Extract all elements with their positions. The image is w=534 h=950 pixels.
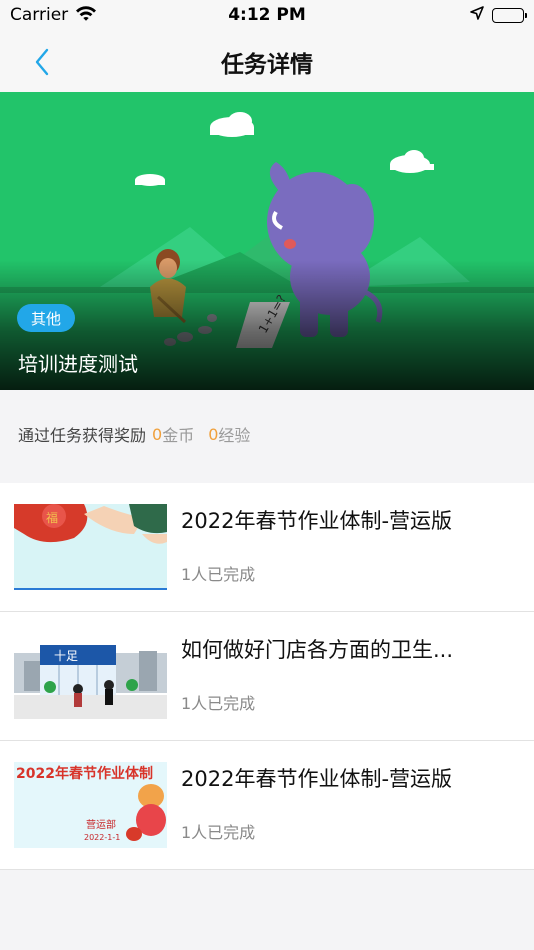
category-badge: 其他 bbox=[17, 304, 76, 332]
reward-info: 通过任务获得奖励 0 金币 0 经验 bbox=[0, 412, 534, 456]
task-completed-count: 1人已完成 bbox=[181, 823, 256, 842]
status-left: Carrier bbox=[10, 5, 97, 26]
svg-text:福: 福 bbox=[46, 510, 58, 525]
thumb-store-sign: 十足 bbox=[54, 649, 78, 663]
task-item[interactable]: 十足 如何做好门店各方面的卫生... 1人已完成 bbox=[0, 612, 534, 741]
task-thumbnail: 福 bbox=[14, 504, 167, 590]
task-item[interactable]: 2022年春节作业体制 营运部 2022-1-1 2022年春节作业体制-营运版… bbox=[0, 741, 534, 870]
coins-value: 0 bbox=[152, 424, 163, 444]
task-list: 福 2022年春节作业体制-营运版 1人已完成 十足 如何做好门店各方面的卫生.… bbox=[0, 483, 534, 870]
thumb-date: 2022-1-1 bbox=[84, 833, 120, 842]
task-title: 2022年春节作业体制-营运版 bbox=[181, 767, 453, 791]
location-arrow-icon bbox=[470, 5, 484, 25]
thumb-heading: 2022年春节作业体制 bbox=[16, 765, 153, 782]
coins-unit: 金币 bbox=[162, 426, 195, 445]
battery-icon bbox=[492, 7, 527, 23]
task-item[interactable]: 福 2022年春节作业体制-营运版 1人已完成 bbox=[0, 483, 534, 612]
task-title: 2022年春节作业体制-营运版 bbox=[181, 509, 453, 533]
exp-value: 0 bbox=[208, 424, 219, 444]
task-title: 如何做好门店各方面的卫生... bbox=[181, 638, 454, 662]
exp-unit: 经验 bbox=[218, 426, 251, 445]
wifi-icon bbox=[75, 5, 97, 26]
task-banner: 1+1=? 其他 培训进度测试 bbox=[0, 92, 534, 390]
task-completed-count: 1人已完成 bbox=[181, 565, 256, 584]
banner-title: 培训进度测试 bbox=[18, 352, 138, 376]
reward-prefix: 通过任务获得奖励 bbox=[18, 426, 147, 445]
carrier-label: Carrier bbox=[10, 5, 69, 25]
page-title: 任务详情 bbox=[221, 52, 313, 78]
task-completed-count: 1人已完成 bbox=[181, 694, 256, 713]
task-thumbnail: 十足 bbox=[14, 633, 167, 719]
thumb-dept: 营运部 bbox=[86, 818, 116, 831]
status-right bbox=[470, 5, 527, 25]
status-bar: Carrier 4:12 PM bbox=[0, 0, 534, 30]
task-thumbnail: 2022年春节作业体制 营运部 2022-1-1 bbox=[14, 762, 167, 848]
navigation-bar: 任务详情 bbox=[0, 30, 534, 92]
